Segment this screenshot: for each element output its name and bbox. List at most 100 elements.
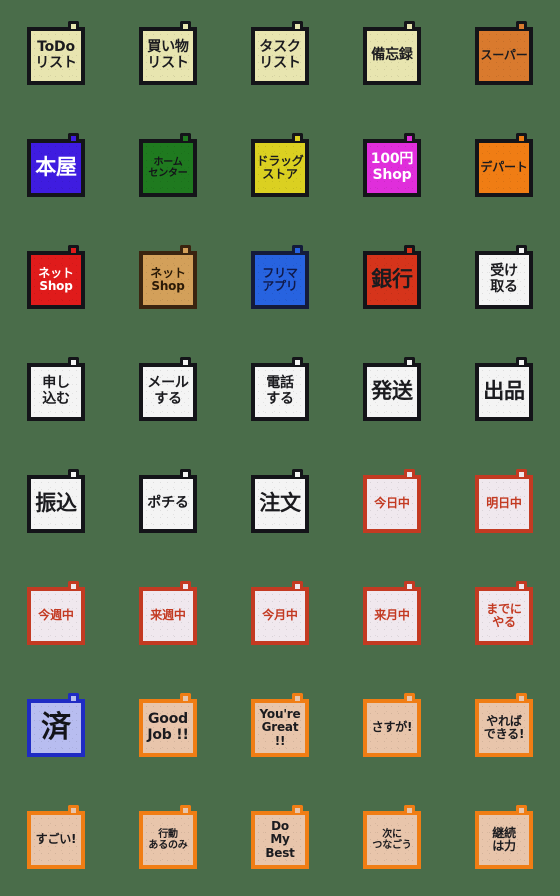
sticker-tab-icon	[404, 805, 415, 813]
grid-cell: 振込	[0, 448, 112, 560]
sticker-label: ホーム センター	[148, 156, 188, 179]
grid-cell: 申し 込む	[0, 336, 112, 448]
sticker-send-mail[interactable]: メール する	[139, 357, 197, 421]
sticker-label: すごい!	[35, 832, 77, 847]
sticker-supermarket[interactable]: スーパー	[475, 21, 533, 85]
sticker-tab-icon	[180, 133, 191, 141]
sticker-tab-icon	[180, 245, 191, 253]
sticker-this-week[interactable]: 今週中	[27, 581, 85, 645]
sticker-tab-icon	[292, 805, 303, 813]
sticker-memo[interactable]: 備忘録	[363, 21, 421, 85]
sticker-done[interactable]: 済	[27, 693, 85, 757]
grid-cell: ホーム センター	[112, 112, 224, 224]
grid-cell: タスク リスト	[224, 0, 336, 112]
sticker-just-act[interactable]: 行動 あるのみ	[139, 805, 197, 869]
sticker-good-job[interactable]: Good Job !!	[139, 693, 197, 757]
sticker-tab-icon	[68, 133, 79, 141]
sticker-bookstore[interactable]: 本屋	[27, 133, 85, 197]
sticker-todo-list[interactable]: ToDo リスト	[27, 21, 85, 85]
sticker-tab-icon	[292, 133, 303, 141]
sticker-tab-icon	[404, 693, 415, 701]
grid-cell: Good Job !!	[112, 672, 224, 784]
grid-cell: 行動 あるのみ	[112, 784, 224, 896]
sticker-net-shop-tan[interactable]: ネット Shop	[139, 245, 197, 309]
grid-cell: すごい!	[0, 784, 112, 896]
sticker-bank-transfer[interactable]: 振込	[27, 469, 85, 533]
sticker-tab-icon	[292, 245, 303, 253]
sticker-tab-icon	[292, 469, 303, 477]
grid-cell: フリマ アプリ	[224, 224, 336, 336]
sticker-net-shop-red[interactable]: ネット Shop	[27, 245, 85, 309]
sticker-persistence[interactable]: 継続 は力	[475, 805, 533, 869]
sticker-tab-icon	[404, 21, 415, 29]
grid-cell: メール する	[112, 336, 224, 448]
sticker-list-item-sale[interactable]: 出品	[475, 357, 533, 421]
sticker-label: 電話 する	[266, 375, 294, 407]
sticker-label: 振込	[35, 491, 77, 516]
sticker-label: フリマ アプリ	[262, 265, 298, 293]
sticker-label: 来月中	[374, 608, 410, 623]
sticker-sheet-grid: ToDo リスト 買い物 リスト タスク リスト 備忘録 スーパー本屋 ホーム センター ド…	[0, 0, 560, 896]
grid-cell: 明日中	[448, 448, 560, 560]
grid-cell: 電話 する	[224, 336, 336, 448]
grid-cell: までに やる	[448, 560, 560, 672]
sticker-drug-store[interactable]: ドラッグ ストア	[251, 133, 309, 197]
sticker-by-today[interactable]: 今日中	[363, 469, 421, 533]
grid-cell: 済	[0, 672, 112, 784]
sticker-tab-icon	[404, 581, 415, 589]
sticker-do-it-by-then[interactable]: までに やる	[475, 581, 533, 645]
sticker-tab-icon	[292, 693, 303, 701]
sticker-apply[interactable]: 申し 込む	[27, 357, 85, 421]
grid-cell: 次に つなごう	[336, 784, 448, 896]
sticker-this-month[interactable]: 今月中	[251, 581, 309, 645]
grid-cell: You're Great !!	[224, 672, 336, 784]
sticker-do-my-best[interactable]: Do My Best	[251, 805, 309, 869]
sticker-department-store[interactable]: デパート	[475, 133, 533, 197]
grid-cell: 本屋	[0, 112, 112, 224]
sticker-flea-market-app[interactable]: フリマ アプリ	[251, 245, 309, 309]
sticker-tab-icon	[68, 805, 79, 813]
sticker-label: 買い物 リスト	[147, 39, 189, 71]
sticker-label: デパート	[480, 160, 528, 175]
sticker-as-expected[interactable]: さすが!	[363, 693, 421, 757]
grid-cell: 今週中	[0, 560, 112, 672]
sticker-home-center[interactable]: ホーム センター	[139, 133, 197, 197]
sticker-label: Do My Best	[265, 818, 295, 860]
grid-cell: ToDo リスト	[0, 0, 112, 112]
sticker-order[interactable]: 注文	[251, 469, 309, 533]
sticker-label: 済	[41, 710, 71, 746]
grid-cell: やれば できる!	[448, 672, 560, 784]
grid-cell: 買い物 リスト	[112, 0, 224, 112]
sticker-bank[interactable]: 銀行	[363, 245, 421, 309]
sticker-tab-icon	[180, 21, 191, 29]
grid-cell: 来月中	[336, 560, 448, 672]
sticker-receive[interactable]: 受け 取る	[475, 245, 533, 309]
sticker-tab-icon	[68, 581, 79, 589]
grid-cell: ネット Shop	[112, 224, 224, 336]
sticker-hundred-yen-shop[interactable]: 100円 Shop	[363, 133, 421, 197]
sticker-next-week[interactable]: 来週中	[139, 581, 197, 645]
sticker-shopping-list[interactable]: 買い物 リスト	[139, 21, 197, 85]
sticker-buy-click[interactable]: ポチる	[139, 469, 197, 533]
sticker-label: 銀行	[371, 267, 413, 292]
sticker-task-list[interactable]: タスク リスト	[251, 21, 309, 85]
sticker-youre-great[interactable]: You're Great !!	[251, 693, 309, 757]
sticker-tab-icon	[292, 581, 303, 589]
sticker-by-tomorrow[interactable]: 明日中	[475, 469, 533, 533]
sticker-label: メール する	[147, 375, 189, 407]
sticker-tab-icon	[68, 469, 79, 477]
sticker-you-can-do-it[interactable]: やれば できる!	[475, 693, 533, 757]
sticker-ship[interactable]: 発送	[363, 357, 421, 421]
sticker-tab-icon	[68, 357, 79, 365]
sticker-make-call[interactable]: 電話 する	[251, 357, 309, 421]
sticker-next-month[interactable]: 来月中	[363, 581, 421, 645]
sticker-amazing[interactable]: すごい!	[27, 805, 85, 869]
grid-cell: ドラッグ ストア	[224, 112, 336, 224]
sticker-connect-to-next[interactable]: 次に つなごう	[363, 805, 421, 869]
grid-cell: 受け 取る	[448, 224, 560, 336]
grid-cell: 発送	[336, 336, 448, 448]
sticker-label: 出品	[483, 379, 525, 404]
sticker-label: スーパー	[480, 48, 528, 63]
sticker-label: タスク リスト	[259, 39, 301, 71]
sticker-tab-icon	[516, 21, 527, 29]
